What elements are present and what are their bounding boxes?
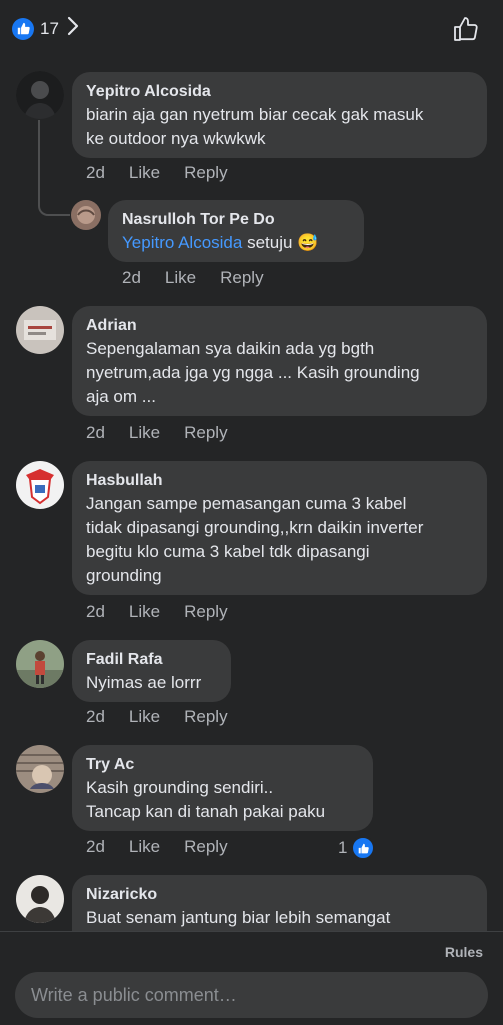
comment-actions: 2d Like Reply xyxy=(122,268,264,288)
like-count: 17 xyxy=(40,18,59,38)
avatar[interactable] xyxy=(71,200,101,230)
comment-actions: 2d Like Reply xyxy=(86,602,228,622)
comment-actions: 2d Like Reply xyxy=(86,423,228,443)
reactions-summary[interactable]: 17 xyxy=(12,16,79,41)
avatar[interactable] xyxy=(16,745,64,793)
avatar[interactable] xyxy=(16,640,64,688)
reply-link[interactable]: Reply xyxy=(184,602,227,622)
comment-text: Buat senam jantung biar lebih semangat xyxy=(86,908,391,927)
thread-line xyxy=(38,120,70,216)
like-link[interactable]: Like xyxy=(129,707,160,727)
comment-author[interactable]: Yepitro Alcosida xyxy=(86,81,473,103)
thumbs-up-outline-icon[interactable] xyxy=(453,16,479,47)
avatar[interactable] xyxy=(16,461,64,509)
comment-text: biarin aja gan nyetrum biar cecak gak ma… xyxy=(86,105,424,148)
like-link[interactable]: Like xyxy=(129,602,160,622)
reply-link[interactable]: Reply xyxy=(184,423,227,443)
comment-text: Kasih grounding sendiri.. Tancap kan di … xyxy=(86,778,326,821)
comment-actions: 2d Like Reply xyxy=(86,163,228,183)
like-link[interactable]: Like xyxy=(165,268,196,288)
comment-time: 2d xyxy=(86,837,105,856)
comment-actions: 2d Like Reply xyxy=(86,837,228,857)
like-thumb-icon xyxy=(351,836,376,860)
comment-actions: 2d Like Reply xyxy=(86,707,228,727)
comment-time: 2d xyxy=(122,268,141,287)
reaction-count: 1 xyxy=(338,838,348,857)
comment-text: Nyimas ae lorrr xyxy=(86,673,202,692)
reply-link[interactable]: Reply xyxy=(184,163,227,183)
comment-bubble[interactable]: Try Ac Kasih grounding sendiri.. Tancap … xyxy=(72,745,373,831)
reply-link[interactable]: Reply xyxy=(184,837,227,857)
comment-reactions[interactable]: 1 xyxy=(338,836,376,860)
comment-input[interactable] xyxy=(15,972,488,1018)
comment-composer: Rules xyxy=(0,931,503,1025)
rules-link[interactable]: Rules xyxy=(445,944,483,960)
comment-text: Sepengalaman sya daikin ada yg bgth nyet… xyxy=(86,339,420,406)
avatar[interactable] xyxy=(16,306,64,354)
comment-time: 2d xyxy=(86,163,105,182)
comment-bubble[interactable]: Fadil Rafa Nyimas ae lorrr xyxy=(72,640,231,702)
top-bar: 17 xyxy=(0,0,503,58)
comments-feed[interactable]: Yepitro Alcosida biarin aja gan nyetrum … xyxy=(0,58,503,931)
comment-bubble[interactable]: Yepitro Alcosida biarin aja gan nyetrum … xyxy=(72,72,487,158)
comment-bubble[interactable]: Nizaricko Buat senam jantung biar lebih … xyxy=(72,875,487,931)
reply-link[interactable]: Reply xyxy=(184,707,227,727)
comment-author[interactable]: Fadil Rafa xyxy=(86,649,217,671)
like-link[interactable]: Like xyxy=(129,837,160,857)
avatar[interactable] xyxy=(16,875,64,923)
comment-time: 2d xyxy=(86,707,105,726)
like-thumb-icon xyxy=(12,17,34,40)
chevron-right-icon xyxy=(67,16,79,41)
comment-time: 2d xyxy=(86,423,105,442)
comment-author[interactable]: Nasrulloh Tor Pe Do xyxy=(122,209,350,231)
reply-link[interactable]: Reply xyxy=(220,268,263,288)
reply-bubble[interactable]: Nasrulloh Tor Pe Do Yepitro Alcosida set… xyxy=(108,200,364,262)
comment-bubble[interactable]: Adrian Sepengalaman sya daikin ada yg bg… xyxy=(72,306,487,416)
avatar[interactable] xyxy=(16,71,64,119)
comment-author[interactable]: Try Ac xyxy=(86,754,359,776)
comment-author[interactable]: Nizaricko xyxy=(86,884,473,906)
comment-author[interactable]: Adrian xyxy=(86,315,473,337)
like-link[interactable]: Like xyxy=(129,163,160,183)
comment-author[interactable]: Hasbullah xyxy=(86,470,473,492)
comment-text: setuju 😅 xyxy=(242,233,319,252)
comment-time: 2d xyxy=(86,602,105,621)
like-link[interactable]: Like xyxy=(129,423,160,443)
comment-text: Jangan sampe pemasangan cuma 3 kabel tid… xyxy=(86,494,424,585)
mention-link[interactable]: Yepitro Alcosida xyxy=(122,233,242,252)
comment-bubble[interactable]: Hasbullah Jangan sampe pemasangan cuma 3… xyxy=(72,461,487,595)
